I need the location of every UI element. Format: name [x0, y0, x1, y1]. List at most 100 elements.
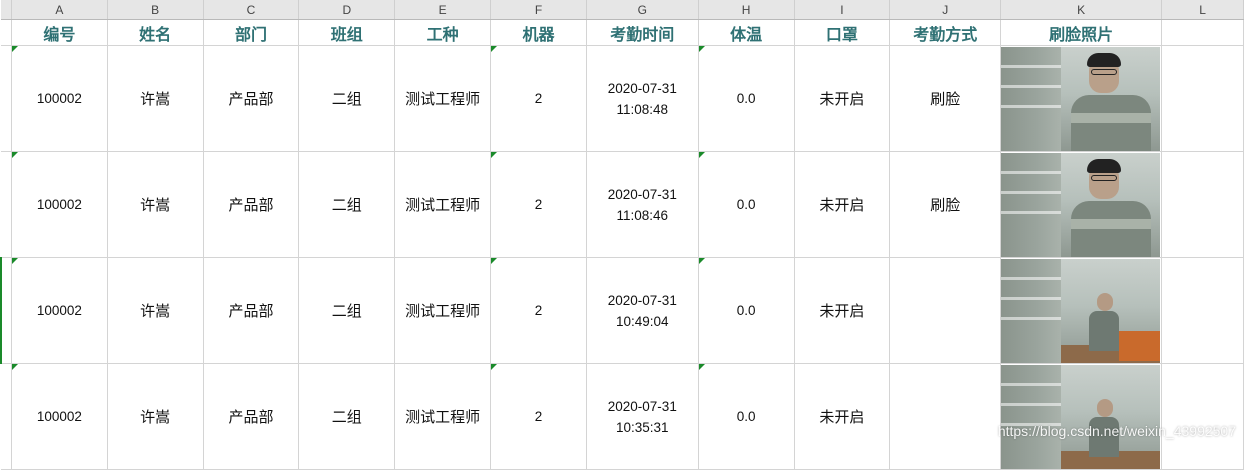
cell-mask[interactable]: 未开启 [794, 151, 891, 258]
cell-time-value: 11:08:48 [616, 101, 669, 117]
table-row: 100002 许嵩 产品部 二组 测试工程师 2 2020-07-31 11:08… [1, 151, 1244, 258]
cell-photo[interactable] [1000, 257, 1163, 364]
cell-machine[interactable]: 2 [490, 363, 587, 470]
header-cell-time[interactable]: 考勤时间 [586, 19, 699, 46]
cell-id[interactable]: 100002 [11, 257, 108, 364]
header-cell-machine[interactable]: 机器 [490, 19, 587, 46]
cell-temp-value: 0.0 [736, 197, 756, 212]
cell-group[interactable]: 二组 [298, 151, 396, 258]
face-photo[interactable] [1001, 152, 1161, 257]
cell-time-value: 10:49:04 [616, 313, 669, 329]
cell-mask[interactable]: 未开启 [794, 257, 891, 364]
header-cell-temp[interactable]: 体温 [698, 19, 795, 46]
column-header-j[interactable]: J [889, 0, 1002, 20]
cell-mask[interactable]: 未开启 [794, 363, 891, 470]
cell-photo[interactable] [1000, 45, 1163, 152]
cell-time-value: 10:35:31 [616, 419, 669, 435]
cell-dept[interactable]: 产品部 [203, 45, 300, 152]
worksheet-grid: A B C D E F G H I J K L 编号 姓名 部门 班组 工种 机… [0, 0, 1244, 470]
column-header-g[interactable]: G [586, 0, 699, 20]
cell-group[interactable]: 二组 [298, 45, 396, 152]
select-all-corner[interactable] [1, 0, 12, 20]
cell-method[interactable]: 刷脸 [889, 151, 1002, 258]
row-stub[interactable] [0, 257, 12, 364]
cell-job[interactable]: 测试工程师 [394, 45, 492, 152]
cell-job[interactable]: 测试工程师 [394, 363, 492, 470]
cell-name[interactable]: 许嵩 [107, 257, 204, 364]
cell-machine-value: 2 [534, 197, 543, 212]
column-header-k[interactable]: K [1000, 0, 1163, 20]
cell-method[interactable]: 刷脸 [889, 45, 1002, 152]
row-stub[interactable] [1, 45, 12, 152]
face-photo[interactable] [1001, 46, 1161, 151]
cell-temp-value: 0.0 [736, 409, 756, 424]
header-cell-empty[interactable] [1161, 19, 1244, 46]
cell-name[interactable]: 许嵩 [107, 151, 204, 258]
cell-machine[interactable]: 2 [490, 151, 587, 258]
cell-empty[interactable] [1161, 257, 1244, 364]
cell-name[interactable]: 许嵩 [107, 45, 204, 152]
column-header-c[interactable]: C [203, 0, 300, 20]
header-cell-name[interactable]: 姓名 [107, 19, 204, 46]
cell-group[interactable]: 二组 [298, 257, 396, 364]
cell-mask[interactable]: 未开启 [794, 45, 891, 152]
column-header-h[interactable]: H [698, 0, 795, 20]
cell-job[interactable]: 测试工程师 [394, 151, 492, 258]
cell-machine[interactable]: 2 [490, 45, 587, 152]
cell-date-value: 2020-07-31 [607, 80, 677, 96]
cell-dept[interactable]: 产品部 [203, 151, 300, 258]
cell-temp[interactable]: 0.0 [698, 45, 795, 152]
face-photo[interactable] [1001, 364, 1161, 469]
cell-empty[interactable] [1161, 363, 1244, 470]
header-cell-dept[interactable]: 部门 [203, 19, 300, 46]
cell-id[interactable]: 100002 [11, 45, 108, 152]
number-as-text-indicator-icon [491, 258, 498, 264]
column-header-i[interactable]: I [794, 0, 891, 20]
column-header-d[interactable]: D [298, 0, 396, 20]
cell-photo[interactable] [1000, 363, 1163, 470]
header-cell-id[interactable]: 编号 [11, 19, 108, 46]
row-stub[interactable] [1, 151, 12, 258]
header-cell-photo[interactable]: 刷脸照片 [1000, 19, 1163, 46]
cell-empty[interactable] [1161, 151, 1244, 258]
header-cell-method[interactable]: 考勤方式 [889, 19, 1002, 46]
cell-group[interactable]: 二组 [298, 363, 396, 470]
column-header-b[interactable]: B [107, 0, 204, 20]
column-header-l[interactable]: L [1161, 0, 1244, 20]
cell-dept[interactable]: 产品部 [203, 257, 300, 364]
cell-job[interactable]: 测试工程师 [394, 257, 492, 364]
cell-time[interactable]: 2020-07-31 11:08:46 [586, 151, 699, 258]
cell-id[interactable]: 100002 [11, 363, 108, 470]
table-row: 100002 许嵩 产品部 二组 测试工程师 2 2020-07-31 10:49… [0, 257, 1244, 364]
row-stub[interactable] [1, 19, 12, 46]
cell-name[interactable]: 许嵩 [107, 363, 204, 470]
cell-time[interactable]: 2020-07-31 10:35:31 [586, 363, 699, 470]
number-as-text-indicator-icon [11, 364, 18, 370]
cell-machine[interactable]: 2 [490, 257, 587, 364]
spreadsheet: A B C D E F G H I J K L 编号 姓名 部门 班组 工种 机… [0, 0, 1244, 470]
cell-temp[interactable]: 0.0 [698, 363, 795, 470]
row-stub[interactable] [1, 363, 12, 470]
cell-dept[interactable]: 产品部 [203, 363, 300, 470]
face-photo[interactable] [1001, 258, 1161, 363]
cell-time[interactable]: 2020-07-31 11:08:48 [586, 45, 699, 152]
column-header-e[interactable]: E [394, 0, 492, 20]
cell-time[interactable]: 2020-07-31 10:49:04 [586, 257, 699, 364]
cell-temp[interactable]: 0.0 [698, 257, 795, 364]
header-cell-mask[interactable]: 口罩 [794, 19, 891, 46]
watermark: https://blog.csdn.net/weixin_43992507 [997, 423, 1236, 439]
header-cell-job[interactable]: 工种 [394, 19, 492, 46]
cell-date-value: 2020-07-31 [607, 292, 677, 308]
cell-photo[interactable] [1000, 151, 1163, 258]
header-cell-group[interactable]: 班组 [298, 19, 396, 46]
cell-id[interactable]: 100002 [11, 151, 108, 258]
cell-method[interactable] [889, 363, 1002, 470]
cell-empty[interactable] [1161, 45, 1244, 152]
cell-temp[interactable]: 0.0 [698, 151, 795, 258]
cell-machine-value: 2 [534, 409, 543, 424]
cell-id-value: 100002 [36, 197, 82, 212]
column-header-a[interactable]: A [11, 0, 108, 20]
column-header-f[interactable]: F [490, 0, 587, 20]
cell-method[interactable] [889, 257, 1002, 364]
number-as-text-indicator-icon [698, 46, 705, 52]
